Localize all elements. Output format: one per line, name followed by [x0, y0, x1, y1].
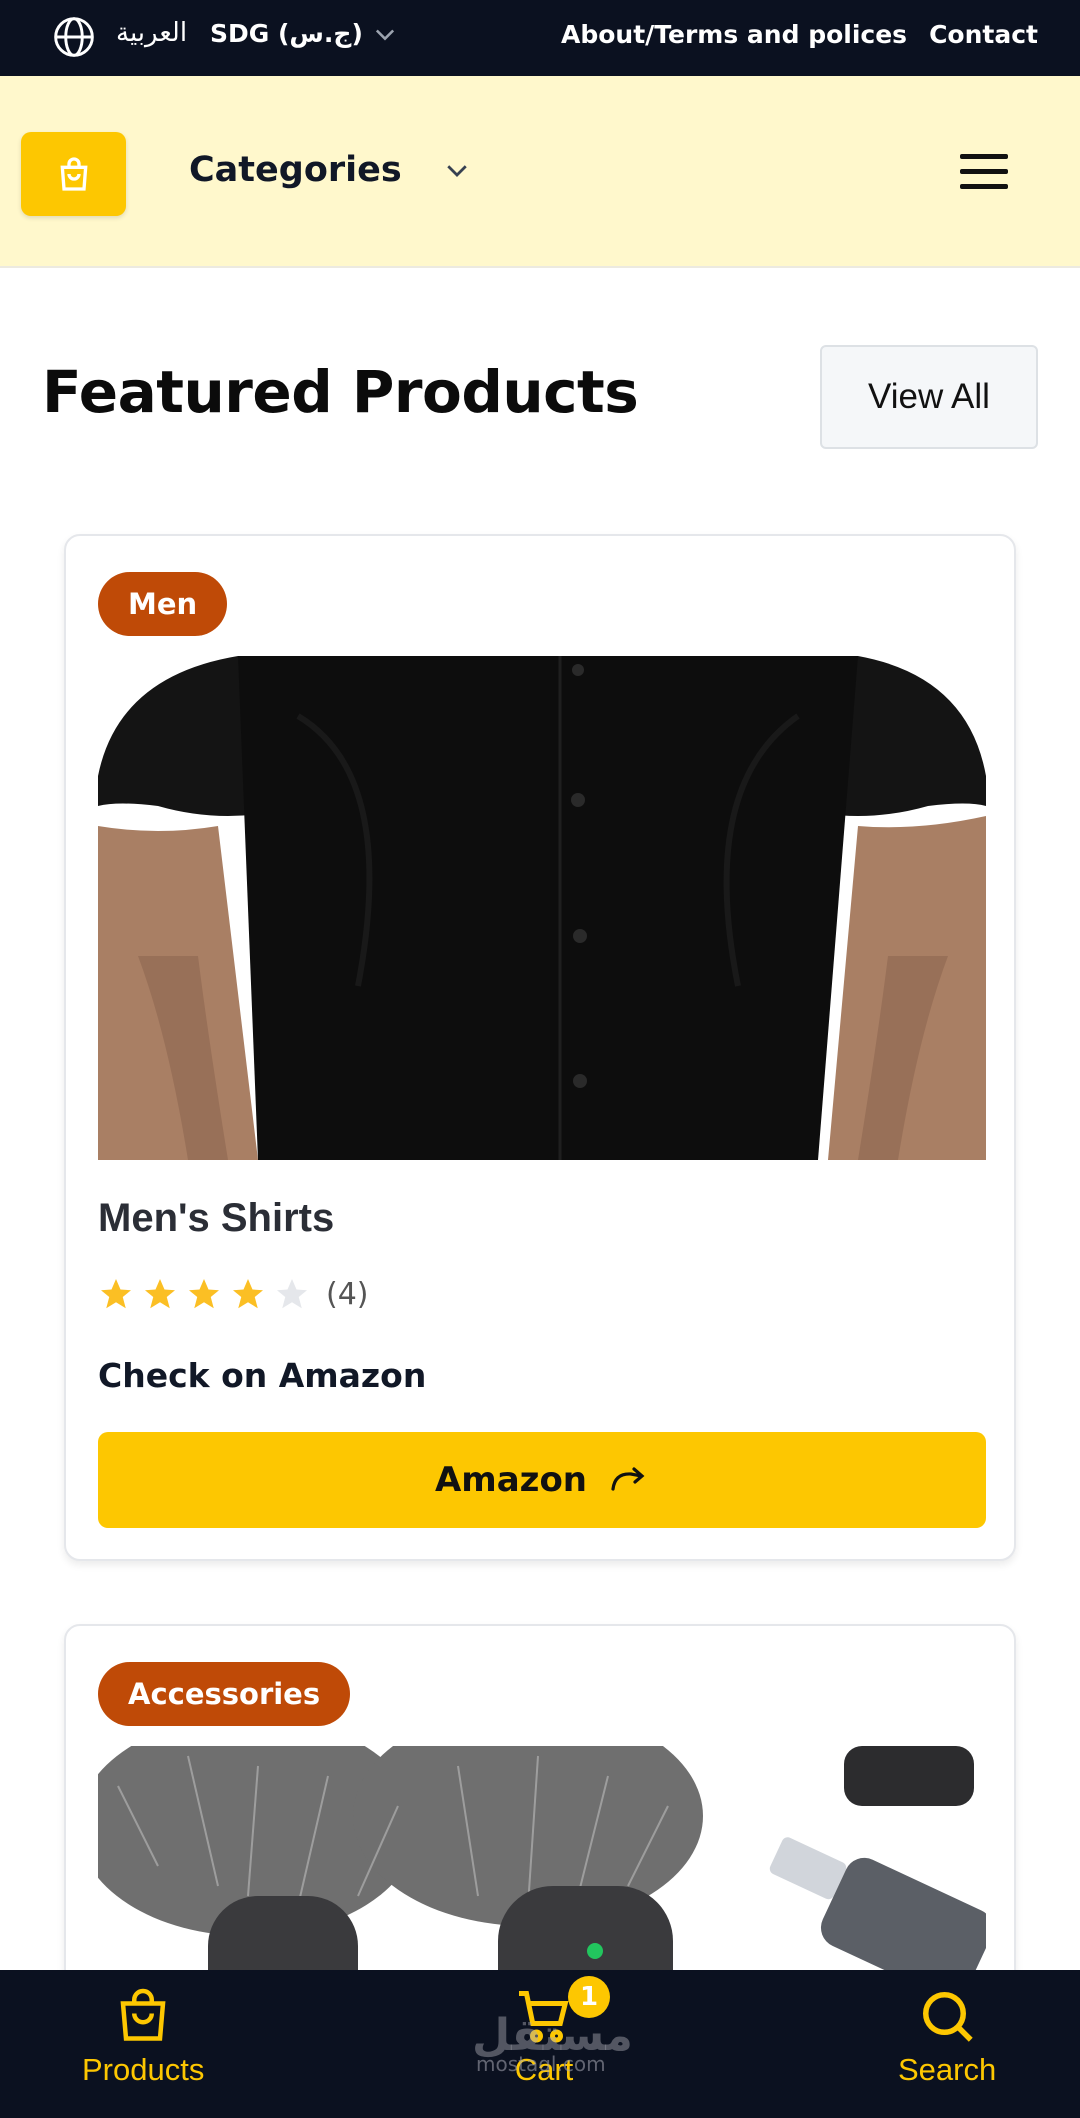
categories-label: Categories — [189, 150, 402, 190]
menu-icon[interactable] — [958, 150, 1010, 194]
shopping-bag-icon — [60, 157, 87, 191]
watermark-url: mostaql.com — [476, 2052, 606, 2076]
shopping-bag-icon — [120, 1988, 166, 2041]
product-image-shirt[interactable] — [98, 656, 986, 1160]
category-badge: Accessories — [98, 1662, 351, 1726]
star-filled-icon — [145, 1279, 175, 1309]
product-name[interactable]: Men's Shirts — [98, 1196, 334, 1241]
view-all-button[interactable]: View All — [820, 345, 1038, 449]
logo-button[interactable] — [21, 132, 126, 216]
nav-products-label: Products — [82, 2052, 205, 2087]
chevron-down-icon — [375, 29, 394, 40]
globe-icon[interactable] — [52, 15, 96, 59]
star-empty-icon — [277, 1279, 307, 1309]
nav-products[interactable]: Products — [82, 1986, 204, 2088]
currency-select[interactable]: SDG (ج.س) — [210, 19, 399, 48]
currency-label: SDG (ج.س) — [210, 19, 363, 48]
site-header: Categories — [0, 76, 1080, 268]
star-rating: (4) — [98, 1276, 369, 1312]
top-utility-bar: العربية SDG (ج.س) About/Terms and police… — [0, 0, 1080, 76]
star-filled-icon — [189, 1279, 219, 1309]
section-title: Featured Products — [42, 358, 639, 426]
amazon-button-label: Amazon — [434, 1460, 588, 1500]
star-filled-icon — [233, 1279, 263, 1309]
star-filled-icon — [101, 1279, 131, 1309]
nav-search-label: Search — [898, 2052, 997, 2087]
redo-arrow-icon — [611, 1467, 645, 1491]
nav-search[interactable]: Search — [898, 1986, 996, 2088]
check-on-amazon-text: Check on Amazon — [98, 1356, 427, 1395]
amazon-button[interactable]: Amazon — [98, 1432, 986, 1528]
contact-link[interactable]: Contact — [929, 20, 1038, 49]
categories-dropdown[interactable]: Categories — [189, 150, 472, 190]
search-icon — [923, 1992, 973, 2042]
category-badge: Men — [98, 572, 228, 636]
language-switch[interactable]: العربية — [116, 18, 187, 48]
product-card[interactable]: Men Men's Shirts (4) Check on Amazon Ama… — [64, 534, 1016, 1561]
rating-count: (4) — [326, 1276, 369, 1312]
chevron-down-icon — [446, 165, 467, 177]
top-links: About/Terms and polices Contact — [561, 20, 1038, 49]
about-terms-link[interactable]: About/Terms and polices — [561, 20, 907, 49]
